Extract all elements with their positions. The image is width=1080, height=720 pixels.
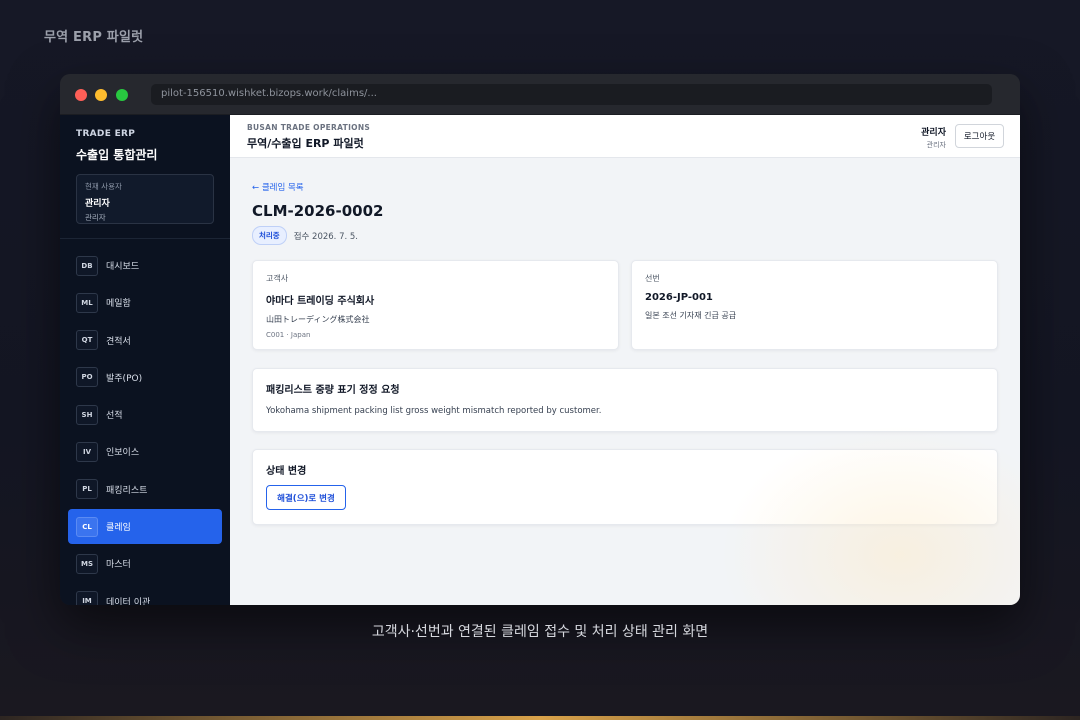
page-title: CLM-2026-0002 xyxy=(252,202,384,220)
sidebar-item-purchase-orders[interactable]: PO 발주(PO) xyxy=(68,360,222,395)
sidebar-item-packing-lists[interactable]: PL 패킹리스트 xyxy=(68,472,222,507)
brand-eyebrow: TRADE ERP xyxy=(76,129,136,139)
mailbox-icon: ML xyxy=(76,292,98,313)
back-to-claims-link[interactable]: ← 클레임 목록 xyxy=(252,181,304,193)
address-bar[interactable]: pilot-156510.wishket.bizops.work/claims/… xyxy=(151,84,992,105)
sidebar-item-label: 메일함 xyxy=(106,299,131,310)
topbar-eyebrow: BUSAN TRADE OPERATIONS xyxy=(247,123,371,132)
status-badge: 처리중 xyxy=(252,226,287,245)
sidebar-item-label: 마스터 xyxy=(106,560,131,571)
received-date: 접수 2026. 7. 5. xyxy=(293,231,359,242)
vessel-description: 일본 조선 기자재 긴급 공급 xyxy=(645,311,737,320)
invoice-icon: IV xyxy=(76,441,98,462)
sidebar-item-quotes[interactable]: QT 견적서 xyxy=(68,323,222,358)
current-user-label: 현재 사용자 xyxy=(85,182,122,191)
topbar: BUSAN TRADE OPERATIONS 무역/수출입 ERP 파일럿 관리… xyxy=(230,115,1020,158)
packing-list-icon: PL xyxy=(76,479,98,500)
data-migration-icon: IM xyxy=(76,591,98,605)
issue-body: Yokohama shipment packing list gross wei… xyxy=(266,406,602,416)
mark-resolved-button[interactable]: 해결(으)로 변경 xyxy=(266,485,346,510)
sidebar-item-claims[interactable]: CL 클레임 xyxy=(68,509,222,545)
customer-card: 고객사 야마다 트레이딩 주식회사 山田トレーディング株式会社 C001 · J… xyxy=(252,260,619,350)
erp-app: TRADE ERP 수출입 통합관리 현재 사용자 관리자 관리자 DB 대시보… xyxy=(60,115,1020,605)
bottom-glow xyxy=(0,716,1080,720)
sidebar-item-data-migration[interactable]: IM 데이터 이관 xyxy=(68,584,222,605)
vessel-number: 2026-JP-001 xyxy=(645,292,713,303)
claim-icon: CL xyxy=(76,516,98,537)
sidebar: TRADE ERP 수출입 통합관리 현재 사용자 관리자 관리자 DB 대시보… xyxy=(60,115,230,605)
sidebar-divider xyxy=(60,238,230,239)
sidebar-item-mailbox[interactable]: ML 메일함 xyxy=(68,285,222,320)
status-change-card: 상태 변경 해결(으)로 변경 xyxy=(252,449,998,525)
vessel-card: 선번 2026-JP-001 일본 조선 기자재 긴급 공급 xyxy=(631,260,998,350)
sidebar-nav: DB 대시보드 ML 메일함 QT 견적서 PO 발주(PO) SH 선적 IV… xyxy=(68,248,222,605)
sidebar-item-master[interactable]: MS 마스터 xyxy=(68,546,222,581)
status-change-title: 상태 변경 xyxy=(266,466,307,477)
current-user-name: 관리자 xyxy=(85,199,110,209)
sidebar-item-dashboard[interactable]: DB 대시보드 xyxy=(68,248,222,283)
purchase-order-icon: PO xyxy=(76,367,98,388)
minimize-window-icon[interactable] xyxy=(95,89,107,101)
sidebar-item-label: 선적 xyxy=(106,411,123,422)
current-user-role: 관리자 xyxy=(85,213,106,222)
customer-meta: C001 · Japan xyxy=(266,331,311,339)
topbar-title: 무역/수출입 ERP 파일럿 xyxy=(247,137,364,150)
maximize-window-icon[interactable] xyxy=(116,89,128,101)
brand-title: 수출입 통합관리 xyxy=(76,148,158,162)
close-window-icon[interactable] xyxy=(75,89,87,101)
logout-button[interactable]: 로그아웃 xyxy=(955,124,1004,148)
browser-titlebar: pilot-156510.wishket.bizops.work/claims/… xyxy=(60,74,1020,115)
master-icon: MS xyxy=(76,553,98,574)
sidebar-item-shipments[interactable]: SH 선적 xyxy=(68,397,222,432)
quote-icon: QT xyxy=(76,330,98,351)
sidebar-item-label: 대시보드 xyxy=(106,262,140,272)
current-user-card: 현재 사용자 관리자 관리자 xyxy=(76,174,214,224)
sidebar-item-invoices[interactable]: IV 인보이스 xyxy=(68,434,222,469)
showcase-caption: 고객사·선번과 연결된 클레임 접수 및 처리 상태 관리 화면 xyxy=(371,624,709,640)
sidebar-item-label: 패킹리스트 xyxy=(106,485,148,496)
browser-window: pilot-156510.wishket.bizops.work/claims/… xyxy=(60,74,1020,605)
main-panel: BUSAN TRADE OPERATIONS 무역/수출입 ERP 파일럿 관리… xyxy=(230,115,1020,605)
vessel-label: 선번 xyxy=(645,274,660,283)
topbar-user: 관리자 관리자 xyxy=(921,125,946,150)
issue-card: 패킹리스트 중량 표기 정정 요청 Yokohama shipment pack… xyxy=(252,368,998,432)
customer-label: 고객사 xyxy=(266,274,289,283)
customer-name-local: 山田トレーディング株式会社 xyxy=(266,315,370,324)
showcase-title: 무역 ERP 파일럿 xyxy=(44,30,144,45)
issue-title: 패킹리스트 중량 표기 정정 요청 xyxy=(266,385,400,396)
topbar-user-name: 관리자 xyxy=(921,128,946,138)
customer-name: 야마다 트레이딩 주식회사 xyxy=(266,296,375,307)
sidebar-item-label: 발주(PO) xyxy=(106,373,143,384)
claim-status-row: 처리중 접수 2026. 7. 5. xyxy=(252,226,358,245)
shipment-icon: SH xyxy=(76,404,98,425)
sidebar-item-label: 인보이스 xyxy=(106,448,140,459)
sidebar-item-label: 견적서 xyxy=(106,336,131,347)
sidebar-item-label: 데이터 이관 xyxy=(106,597,151,605)
dashboard-icon: DB xyxy=(76,255,98,276)
topbar-user-role: 관리자 xyxy=(926,141,946,149)
sidebar-item-label: 클레임 xyxy=(106,523,131,534)
